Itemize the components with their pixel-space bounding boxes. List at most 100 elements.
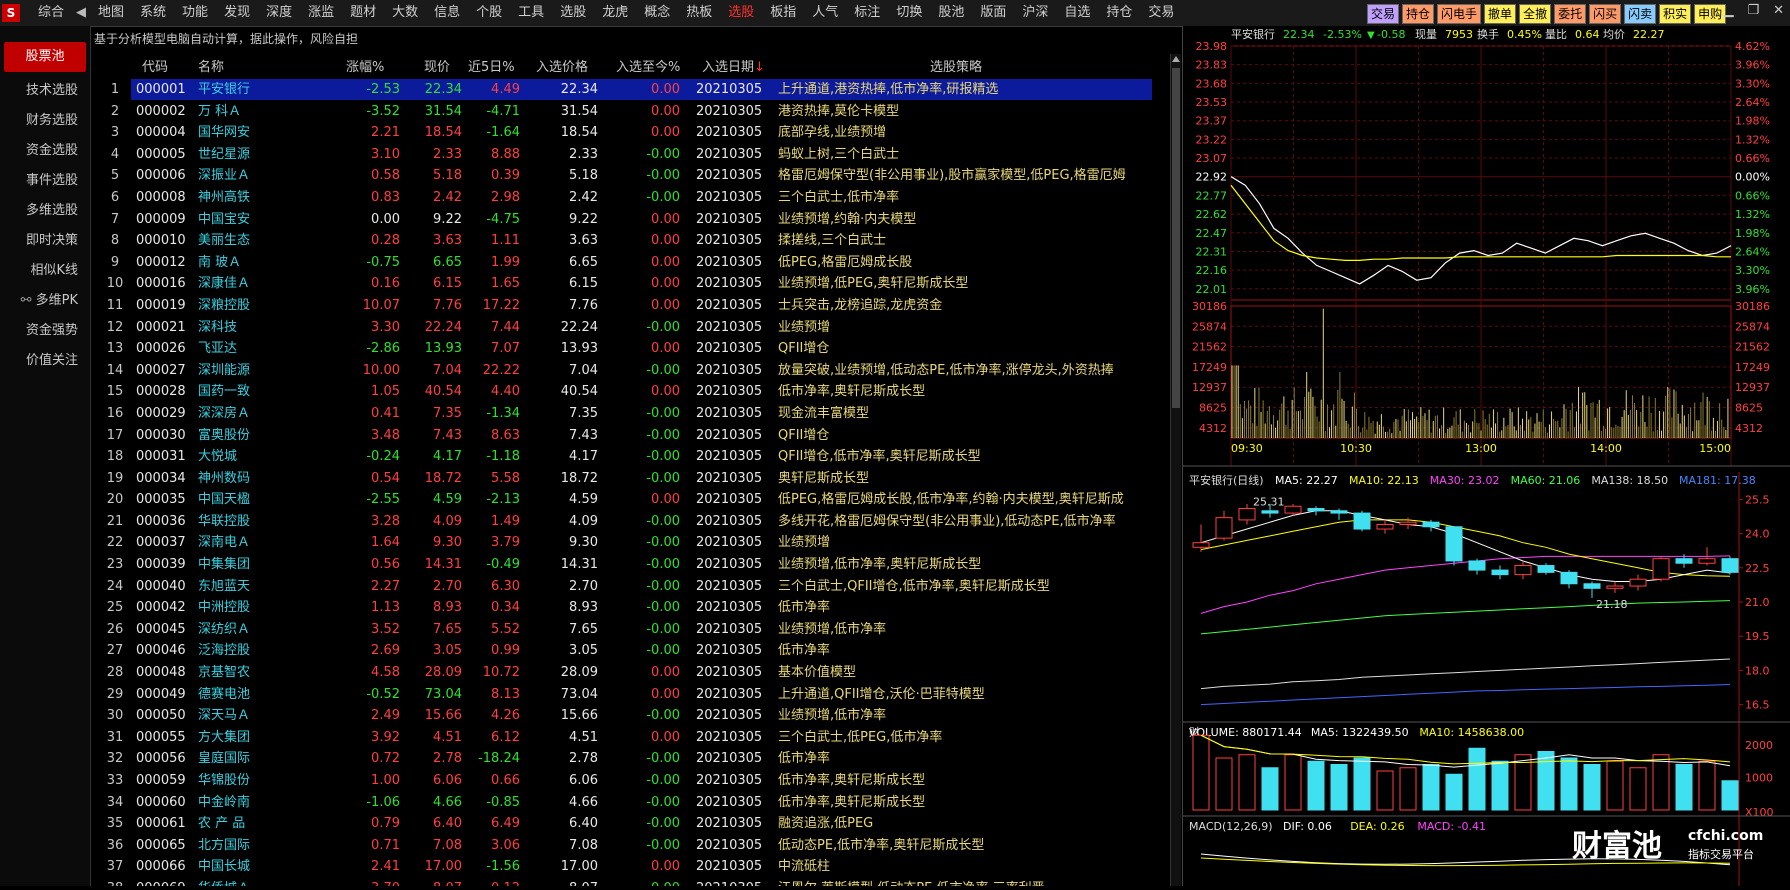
menu-item-16[interactable]: 选股 bbox=[720, 0, 762, 26]
menu-item-22[interactable]: 版面 bbox=[972, 0, 1014, 26]
trade-button-0[interactable]: 交易 bbox=[1367, 4, 1400, 24]
table-row[interactable]: 38000069华侨城Ａ3.708.070.128.07-0.002021030… bbox=[90, 878, 1170, 886]
menu-item-3[interactable]: 功能 bbox=[174, 0, 216, 26]
sidebar-item-8[interactable]: ⚯ 多维PK bbox=[0, 286, 90, 316]
menu-item-6[interactable]: 涨监 bbox=[300, 0, 342, 26]
sidebar-item-4[interactable]: 事件选股 bbox=[0, 166, 90, 196]
sidebar-item-9[interactable]: 资金强势 bbox=[0, 316, 90, 346]
table-row[interactable]: 3 000004 国华网安 2.21 18.54 -1.64 18.54 0.00 202103… bbox=[90, 122, 1170, 144]
table-scrollbar[interactable] bbox=[1170, 54, 1181, 886]
trade-button-2[interactable]: 闪电手 bbox=[1437, 4, 1482, 24]
trade-button-1[interactable]: 持仓 bbox=[1402, 4, 1435, 24]
trade-button-8[interactable]: 积实 bbox=[1659, 4, 1692, 24]
table-row[interactable]: 9 000012 南 玻Ａ -0.75 6.65 1.99 6.65 0.00 20210305… bbox=[90, 252, 1170, 274]
sidebar-item-6[interactable]: 即时决策 bbox=[0, 226, 90, 256]
table-row[interactable]: 31 000055 方大集团 3.92 4.51 6.12 4.51 0.00 20210305… bbox=[90, 727, 1170, 749]
menu-item-23[interactable]: 沪深 bbox=[1014, 0, 1056, 26]
table-row[interactable]: 2 000002 万 科Ａ -3.52 31.54 -4.71 31.54 0.00 20210… bbox=[90, 101, 1170, 123]
menu-item-8[interactable]: 大数 bbox=[384, 0, 426, 26]
menu-item-13[interactable]: 龙虎 bbox=[594, 0, 636, 26]
menu-item-15[interactable]: 热板 bbox=[678, 0, 720, 26]
menu-item-26[interactable]: 交易 bbox=[1140, 0, 1182, 26]
header-date[interactable]: 入选日期↓ bbox=[702, 58, 765, 78]
table-row[interactable]: 28 000048 京基智农 4.58 28.09 10.72 28.09 0.00 20210… bbox=[90, 662, 1170, 684]
menu-item-19[interactable]: 标注 bbox=[846, 0, 888, 26]
close-icon[interactable]: ✕ bbox=[1773, 3, 1784, 18]
header-5d[interactable]: 近5日% bbox=[468, 58, 515, 78]
table-row[interactable]: 19 000034 神州数码 0.54 18.72 5.58 18.72 -0.00 20210… bbox=[90, 468, 1170, 490]
table-row[interactable]: 17 000030 富奥股份 3.48 7.43 8.63 7.43 -0.00 2021030… bbox=[90, 425, 1170, 447]
table-row[interactable]: 15 000028 国药一致 1.05 40.54 4.40 40.54 0.00 202103… bbox=[90, 381, 1170, 403]
trade-button-3[interactable]: 撤单 bbox=[1484, 4, 1517, 24]
header-strategy[interactable]: 选股策略 bbox=[930, 58, 982, 78]
menu-item-0[interactable]: 综合 bbox=[30, 0, 72, 26]
table-row[interactable]: 13 000026 飞亚达 -2.86 13.93 7.07 13.93 0.00 202103… bbox=[90, 338, 1170, 360]
menu-item-20[interactable]: 切换 bbox=[888, 0, 930, 26]
scroll-up-icon[interactable] bbox=[1172, 56, 1180, 62]
menu-item-4[interactable]: 发现 bbox=[216, 0, 258, 26]
menu-item-5[interactable]: 深度 bbox=[258, 0, 300, 26]
header-inprice[interactable]: 入选价格 bbox=[536, 58, 588, 78]
trade-button-6[interactable]: 闪买 bbox=[1589, 4, 1622, 24]
menu-item-24[interactable]: 自选 bbox=[1056, 0, 1098, 26]
table-row[interactable]: 30 000050 深天马Ａ 2.49 15.66 4.26 15.66 -0.00 20210… bbox=[90, 705, 1170, 727]
scroll-thumb[interactable] bbox=[1172, 68, 1180, 408]
table-row[interactable]: 26 000045 深纺织Ａ 3.52 7.65 5.52 7.65 -0.00 2021030… bbox=[90, 619, 1170, 641]
table-row[interactable]: 32 000056 皇庭国际 0.72 2.78 -18.24 2.78 -0.00 20210… bbox=[90, 748, 1170, 770]
table-row[interactable]: 4 000005 世纪星源 3.10 2.33 8.88 2.33 -0.00 20210305… bbox=[90, 144, 1170, 166]
table-row[interactable]: 18 000031 大悦城 -0.24 4.17 -1.18 4.17 -0.00 202103… bbox=[90, 446, 1170, 468]
table-row[interactable]: 25 000042 中洲控股 1.13 8.93 0.34 8.93 -0.00 2021030… bbox=[90, 597, 1170, 619]
table-row[interactable]: 24 000040 东旭蓝天 2.27 2.70 6.30 2.70 -0.00 2021030… bbox=[90, 576, 1170, 598]
table-row[interactable]: 33 000059 华锦股份 1.00 6.06 0.66 6.06 -0.00 2021030… bbox=[90, 770, 1170, 792]
trade-button-4[interactable]: 全撤 bbox=[1519, 4, 1552, 24]
table-row[interactable]: 34 000060 中金岭南 -1.06 4.66 -0.85 4.66 -0.00 20210… bbox=[90, 792, 1170, 814]
minimize-icon[interactable]: ▁ bbox=[1723, 3, 1733, 18]
sidebar-item-7[interactable]: 相似K线 bbox=[0, 256, 90, 286]
app-logo-icon[interactable]: S bbox=[2, 4, 20, 22]
header-name[interactable]: 名称 bbox=[198, 58, 224, 78]
table-row[interactable]: 37 000066 中国长城 2.41 17.00 -1.56 17.00 0.00 20210… bbox=[90, 856, 1170, 878]
menu-item-18[interactable]: 人气 bbox=[804, 0, 846, 26]
table-row[interactable]: 8 000010 美丽生态 0.28 3.63 1.11 3.63 0.00 20210305 揉… bbox=[90, 230, 1170, 252]
header-code[interactable]: 代码 bbox=[142, 58, 168, 78]
menu-item-1[interactable]: 地图 bbox=[90, 0, 132, 26]
table-row[interactable]: 35 000061 农 产 品 0.79 6.40 6.49 6.40 -0.00 202103… bbox=[90, 813, 1170, 835]
table-row[interactable]: 11 000019 深粮控股 10.07 7.76 17.22 7.76 0.00 202103… bbox=[90, 295, 1170, 317]
table-row[interactable]: 7 000009 中国宝安 0.00 9.22 -4.75 9.22 0.00 20210305… bbox=[90, 209, 1170, 231]
table-row[interactable]: 10 000016 深康佳Ａ 0.16 6.15 1.65 6.15 0.00 20210305… bbox=[90, 273, 1170, 295]
menu-item-2[interactable]: 系统 bbox=[132, 0, 174, 26]
sidebar-item-2[interactable]: 财务选股 bbox=[0, 106, 90, 136]
sidebar-item-10[interactable]: 价值关注 bbox=[0, 346, 90, 376]
sidebar-item-3[interactable]: 资金选股 bbox=[0, 136, 90, 166]
table-row[interactable]: 16 000029 深深房Ａ 0.41 7.35 -1.34 7.35 -0.00 202103… bbox=[90, 403, 1170, 425]
trade-button-5[interactable]: 委托 bbox=[1554, 4, 1587, 24]
table-row[interactable]: 20 000035 中国天楹 -2.55 4.59 -2.13 4.59 0.00 202103… bbox=[90, 489, 1170, 511]
trade-button-7[interactable]: 闪卖 bbox=[1624, 4, 1657, 24]
sidebar-item-5[interactable]: 多维选股 bbox=[0, 196, 90, 226]
table-row[interactable]: 6 000008 神州高铁 0.83 2.42 2.98 2.42 -0.00 20210305… bbox=[90, 187, 1170, 209]
menu-item-25[interactable]: 持仓 bbox=[1098, 0, 1140, 26]
table-row[interactable]: 1 000001 平安银行 -2.53 22.34 4.49 22.34 0.00 202103… bbox=[90, 79, 1170, 101]
menu-item-9[interactable]: 信息 bbox=[426, 0, 468, 26]
menu-item-12[interactable]: 选股 bbox=[552, 0, 594, 26]
table-row[interactable]: 27 000046 泛海控股 2.69 3.05 0.99 3.05 -0.00 2021030… bbox=[90, 640, 1170, 662]
table-row[interactable]: 22 000037 深南电Ａ 1.64 9.30 3.79 9.30 -0.00 2021030… bbox=[90, 532, 1170, 554]
header-since[interactable]: 入选至今% bbox=[616, 58, 680, 78]
back-arrow-icon[interactable]: ◀ bbox=[72, 0, 90, 26]
menu-item-7[interactable]: 题材 bbox=[342, 0, 384, 26]
menu-item-17[interactable]: 板指 bbox=[762, 0, 804, 26]
table-row[interactable]: 29 000049 德赛电池 -0.52 73.04 8.13 73.04 0.00 20210… bbox=[90, 684, 1170, 706]
menu-item-21[interactable]: 股池 bbox=[930, 0, 972, 26]
header-price[interactable]: 现价 bbox=[424, 58, 450, 78]
sidebar-item-1[interactable]: 技术选股 bbox=[0, 76, 90, 106]
table-row[interactable]: 23 000039 中集集团 0.56 14.31 -0.49 14.31 -0.00 2021… bbox=[90, 554, 1170, 576]
maximize-icon[interactable]: ❐ bbox=[1747, 3, 1759, 18]
table-row[interactable]: 5 000006 深振业Ａ 0.58 5.18 0.39 5.18 -0.00 20210305… bbox=[90, 165, 1170, 187]
table-row[interactable]: 12 000021 深科技 3.30 22.24 7.44 22.24 -0.00 202103… bbox=[90, 317, 1170, 339]
table-row[interactable]: 36 000065 北方国际 0.71 7.08 3.06 7.08 -0.00 2021030… bbox=[90, 835, 1170, 857]
table-row[interactable]: 14 000027 深圳能源 10.00 7.04 22.22 7.04 -0.00 20210… bbox=[90, 360, 1170, 382]
table-row[interactable]: 21 000036 华联控股 3.28 4.09 1.49 4.09 -0.00 2021030… bbox=[90, 511, 1170, 533]
menu-item-14[interactable]: 概念 bbox=[636, 0, 678, 26]
header-pct[interactable]: 涨幅% bbox=[346, 58, 384, 78]
trade-button-9[interactable]: 申购 bbox=[1694, 4, 1727, 24]
